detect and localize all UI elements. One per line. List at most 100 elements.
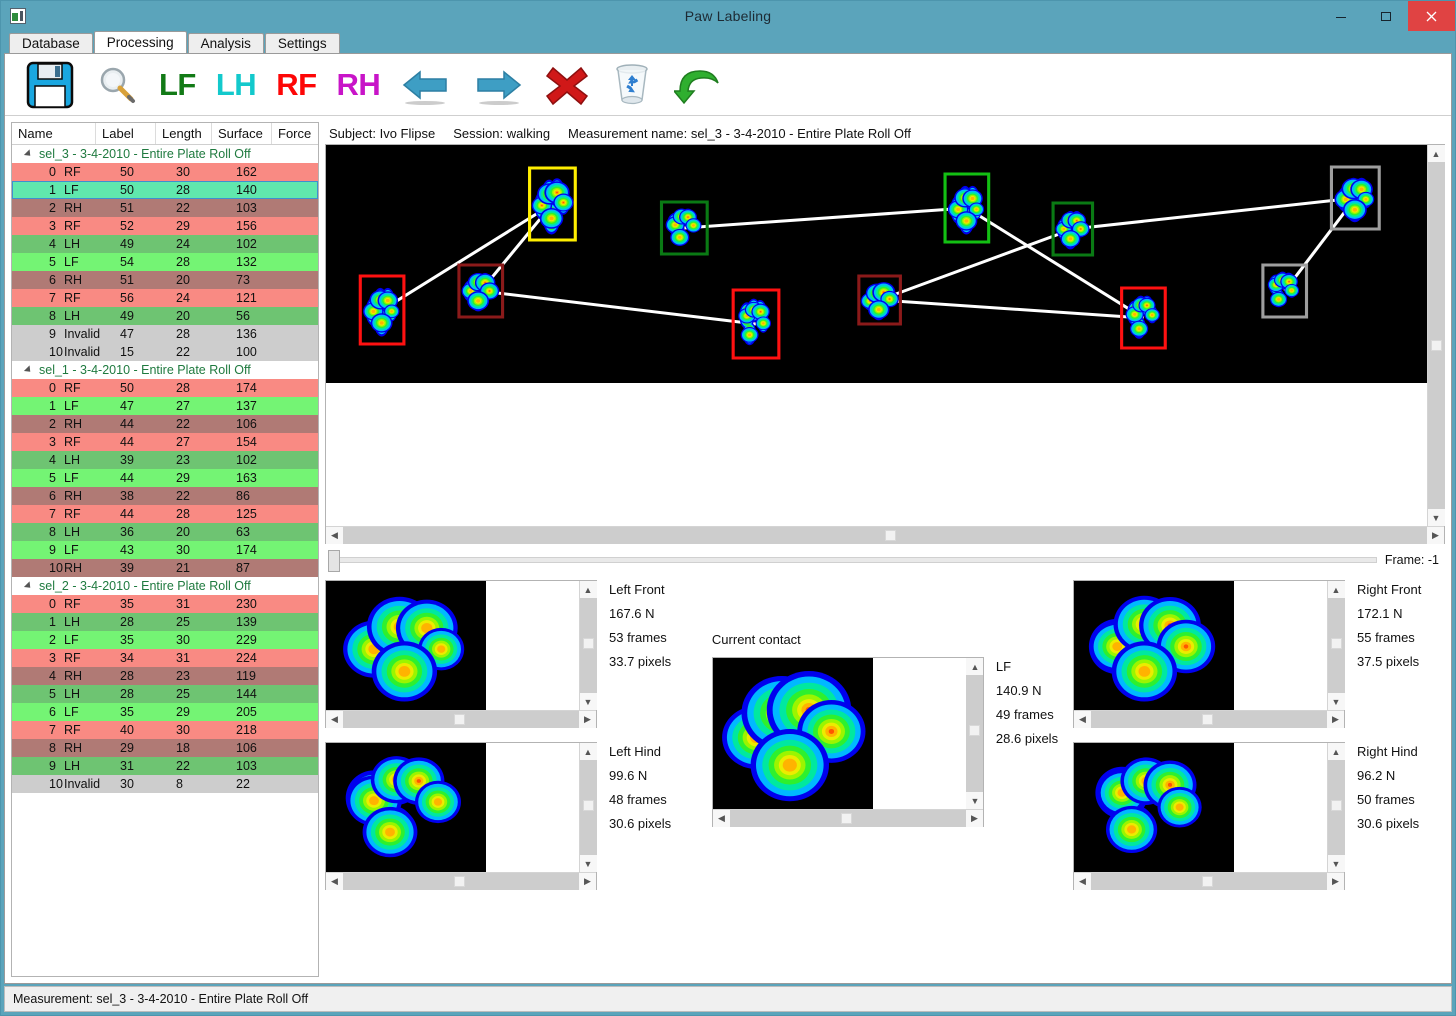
table-row[interactable]: 6 RH 51 20 73 bbox=[12, 271, 318, 289]
table-row[interactable]: 7 RF 56 24 121 bbox=[12, 289, 318, 307]
table-row[interactable]: 4 LH 39 23 102 bbox=[12, 451, 318, 469]
right-hind-vscroll-track[interactable] bbox=[1327, 760, 1345, 855]
table-row[interactable]: 6 LF 35 29 205 bbox=[12, 703, 318, 721]
current-contact-vscroll-track[interactable] bbox=[966, 675, 984, 792]
current-contact-hscroll[interactable]: ◀ ▶ bbox=[712, 809, 983, 827]
magnifier-icon[interactable] bbox=[95, 63, 139, 107]
right-front-vscroll[interactable]: ▲ ▼ bbox=[1327, 581, 1345, 710]
plot-vertical-scrollbar[interactable]: ▲ ▼ bbox=[1427, 145, 1445, 526]
scroll-right-icon[interactable]: ▶ bbox=[579, 872, 596, 890]
scroll-left-icon[interactable]: ◀ bbox=[1074, 872, 1091, 890]
table-row[interactable]: 1 LF 50 28 140 bbox=[12, 181, 318, 199]
current-contact-image-box[interactable]: ▲ ▼ ◀ ▶ bbox=[711, 657, 984, 827]
current-contact-hscroll-track[interactable] bbox=[729, 809, 966, 827]
expander-triangle-icon[interactable] bbox=[23, 149, 34, 159]
tab-analysis[interactable]: Analysis bbox=[187, 33, 264, 53]
current-contact-vscroll-thumb[interactable] bbox=[969, 725, 981, 736]
right-front-hscroll-thumb[interactable] bbox=[1201, 713, 1213, 725]
table-row[interactable]: 7 RF 40 30 218 bbox=[12, 721, 318, 739]
scroll-left-icon[interactable]: ◀ bbox=[326, 526, 343, 544]
column-header-name[interactable]: Name bbox=[12, 123, 96, 144]
table-row[interactable]: 8 LH 49 20 56 bbox=[12, 307, 318, 325]
frame-slider[interactable] bbox=[328, 550, 1377, 572]
label-lf-button[interactable]: LF bbox=[159, 69, 196, 100]
label-rh-button[interactable]: RH bbox=[337, 69, 381, 100]
table-row[interactable]: 10 Invalid 30 8 22 bbox=[12, 775, 318, 793]
plot-hscroll-track[interactable] bbox=[343, 526, 1427, 544]
table-row[interactable]: 3 RF 44 27 154 bbox=[12, 433, 318, 451]
table-row[interactable]: 5 LF 54 28 132 bbox=[12, 253, 318, 271]
table-row[interactable]: 4 LH 49 24 102 bbox=[12, 235, 318, 253]
scroll-down-icon[interactable]: ▼ bbox=[966, 792, 984, 809]
table-row[interactable]: 0 RF 50 28 174 bbox=[12, 379, 318, 397]
frame-slider-thumb[interactable] bbox=[328, 550, 340, 572]
scroll-left-icon[interactable]: ◀ bbox=[326, 710, 343, 728]
table-row[interactable]: 6 RH 38 22 86 bbox=[12, 487, 318, 505]
table-row[interactable]: 8 LH 36 20 63 bbox=[12, 523, 318, 541]
scroll-up-icon[interactable]: ▲ bbox=[1427, 145, 1445, 162]
left-front-vscroll-thumb[interactable] bbox=[582, 638, 594, 649]
plot-hscroll-thumb[interactable] bbox=[885, 529, 896, 541]
left-hind-image-box[interactable]: ▲ ▼ ◀ ▶ bbox=[325, 742, 597, 890]
scroll-up-icon[interactable]: ▲ bbox=[579, 743, 597, 760]
table-row[interactable]: 2 RH 44 22 106 bbox=[12, 415, 318, 433]
table-row[interactable]: 9 LF 43 30 174 bbox=[12, 541, 318, 559]
previous-arrow-icon[interactable] bbox=[400, 63, 452, 107]
left-hind-hscroll[interactable]: ◀ ▶ bbox=[326, 872, 596, 890]
scroll-left-icon[interactable]: ◀ bbox=[1074, 710, 1091, 728]
table-row[interactable]: 5 LF 44 29 163 bbox=[12, 469, 318, 487]
table-row[interactable]: 3 RF 52 29 156 bbox=[12, 217, 318, 235]
column-header-force[interactable]: Force bbox=[272, 123, 318, 144]
left-hind-vscroll[interactable]: ▲ ▼ bbox=[579, 743, 597, 872]
right-hind-hscroll-thumb[interactable] bbox=[1201, 875, 1213, 887]
next-arrow-icon[interactable] bbox=[472, 63, 524, 107]
right-hind-image-box[interactable]: ▲ ▼ ◀ ▶ bbox=[1073, 742, 1345, 890]
right-hind-hscroll-track[interactable] bbox=[1091, 872, 1327, 890]
column-header-length[interactable]: Length bbox=[156, 123, 212, 144]
table-row[interactable]: 9 LH 31 22 103 bbox=[12, 757, 318, 775]
left-front-vscroll-track[interactable] bbox=[579, 598, 597, 693]
left-front-hscroll-thumb[interactable] bbox=[453, 713, 465, 725]
left-hind-vscroll-thumb[interactable] bbox=[582, 800, 594, 811]
column-header-label[interactable]: Label bbox=[96, 123, 156, 144]
undo-arrow-icon[interactable] bbox=[674, 63, 722, 107]
left-front-vscroll[interactable]: ▲ ▼ bbox=[579, 581, 597, 710]
right-hind-hscroll[interactable]: ◀ ▶ bbox=[1074, 872, 1344, 890]
right-front-vscroll-thumb[interactable] bbox=[1330, 638, 1342, 649]
table-row[interactable]: 10 Invalid 15 22 100 bbox=[12, 343, 318, 361]
scroll-right-icon[interactable]: ▶ bbox=[1327, 872, 1344, 890]
table-row[interactable]: 9 Invalid 47 28 136 bbox=[12, 325, 318, 343]
scroll-left-icon[interactable]: ◀ bbox=[326, 872, 343, 890]
current-contact-hscroll-thumb[interactable] bbox=[840, 812, 852, 824]
table-row[interactable]: 1 LF 47 27 137 bbox=[12, 397, 318, 415]
table-row[interactable]: 8 RH 29 18 106 bbox=[12, 739, 318, 757]
table-row[interactable]: 7 RF 44 28 125 bbox=[12, 505, 318, 523]
table-row[interactable]: 0 RF 50 30 162 bbox=[12, 163, 318, 181]
scroll-up-icon[interactable]: ▲ bbox=[579, 581, 597, 598]
plot-vscroll-track[interactable] bbox=[1427, 162, 1445, 509]
scroll-down-icon[interactable]: ▼ bbox=[579, 855, 597, 872]
current-contact-vscroll[interactable]: ▲ ▼ bbox=[965, 658, 984, 809]
table-row[interactable]: 1 LH 28 25 139 bbox=[12, 613, 318, 631]
scroll-left-icon[interactable]: ◀ bbox=[712, 809, 730, 827]
table-row[interactable]: 2 RH 51 22 103 bbox=[12, 199, 318, 217]
tree-group-row[interactable]: sel_3 - 3-4-2010 - Entire Plate Roll Off bbox=[12, 145, 318, 163]
tree-body[interactable]: sel_3 - 3-4-2010 - Entire Plate Roll Off… bbox=[12, 145, 318, 976]
left-hind-hscroll-thumb[interactable] bbox=[453, 875, 465, 887]
plot-vscroll-thumb[interactable] bbox=[1430, 340, 1442, 351]
scroll-up-icon[interactable]: ▲ bbox=[1327, 743, 1345, 760]
scroll-down-icon[interactable]: ▼ bbox=[1327, 693, 1345, 710]
label-rf-button[interactable]: RF bbox=[276, 69, 317, 100]
tab-settings[interactable]: Settings bbox=[264, 33, 340, 53]
left-front-hscroll-track[interactable] bbox=[343, 710, 579, 728]
right-front-image-box[interactable]: ▲ ▼ ◀ ▶ bbox=[1073, 580, 1345, 728]
tree-group-row[interactable]: sel_1 - 3-4-2010 - Entire Plate Roll Off bbox=[12, 361, 318, 379]
tree-group-row[interactable]: sel_2 - 3-4-2010 - Entire Plate Roll Off bbox=[12, 577, 318, 595]
label-lh-button[interactable]: LH bbox=[216, 69, 257, 100]
table-row[interactable]: 0 RF 35 31 230 bbox=[12, 595, 318, 613]
left-hind-hscroll-track[interactable] bbox=[343, 872, 579, 890]
left-front-image-box[interactable]: ▲ ▼ ◀ ▶ bbox=[325, 580, 597, 728]
scroll-down-icon[interactable]: ▼ bbox=[1327, 855, 1345, 872]
table-row[interactable]: 5 LH 28 25 144 bbox=[12, 685, 318, 703]
scroll-right-icon[interactable]: ▶ bbox=[965, 809, 983, 827]
